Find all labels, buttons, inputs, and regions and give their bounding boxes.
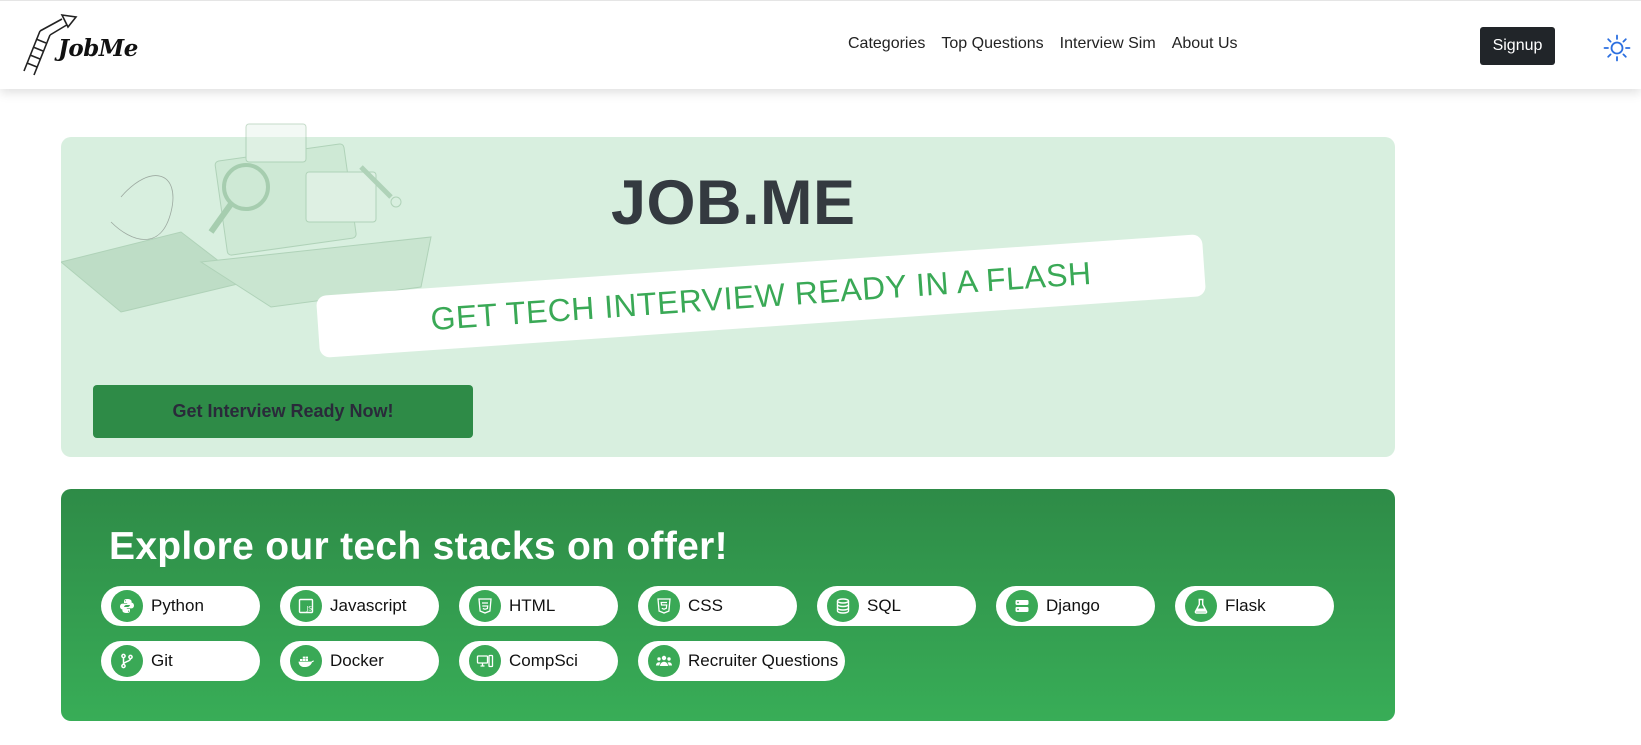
stack-chip-flask[interactable]: Flask [1175, 586, 1334, 626]
brand-name: JobMe [58, 35, 138, 62]
people-icon [648, 645, 680, 677]
stack-chip-label: SQL [867, 596, 902, 615]
stack-chip-git[interactable]: Git [101, 641, 260, 681]
nav-link-categories[interactable]: Categories [848, 35, 925, 53]
docker-icon [290, 645, 322, 677]
database-icon [827, 590, 859, 622]
brand-logo[interactable]: JobMe [22, 13, 138, 77]
server-icon [1006, 590, 1038, 622]
nav-link-top-questions[interactable]: Top Questions [941, 35, 1043, 53]
stacks-title: Explore our tech stacks on offer! [109, 525, 728, 568]
css-icon [648, 590, 680, 622]
stack-chip-recruiter-questions[interactable]: Recruiter Questions [638, 641, 845, 681]
svg-text:JS: JS [306, 606, 313, 613]
stack-chip-label: CSS [688, 596, 723, 615]
stack-chip-python[interactable]: Python [101, 586, 260, 626]
stack-chip-label: CompSci [509, 651, 578, 670]
stack-chip-label: Recruiter Questions [688, 651, 839, 670]
stack-chip-label: HTML [509, 596, 556, 615]
navbar: JobMe Categories Top Questions Interview… [0, 0, 1641, 89]
sun-icon[interactable] [1603, 34, 1631, 62]
hero-title: JOB.ME [611, 168, 856, 238]
stack-chip-label: Docker [330, 651, 384, 670]
get-interview-ready-button[interactable]: Get Interview Ready Now! [93, 385, 473, 438]
stack-chip-label: Python [151, 596, 204, 615]
stack-chip-compsci[interactable]: CompSci [459, 641, 618, 681]
stack-chip-sql[interactable]: SQL [817, 586, 976, 626]
git-branch-icon [111, 645, 143, 677]
flask-icon [1185, 590, 1217, 622]
hero-section: JOB.ME GET TECH INTERVIEW READY IN A FLA… [61, 123, 1395, 457]
stack-chip-javascript[interactable]: JS Javascript [280, 586, 439, 626]
stack-chip-django[interactable]: Django [996, 586, 1155, 626]
signup-button[interactable]: Signup [1480, 27, 1555, 65]
stack-chip-css[interactable]: CSS [638, 586, 797, 626]
javascript-icon: JS [290, 590, 322, 622]
nav-link-about-us[interactable]: About Us [1172, 35, 1238, 53]
stack-chip-label: Flask [1225, 596, 1266, 615]
tech-stacks-section: Explore our tech stacks on offer! Python… [61, 489, 1395, 721]
stack-chip-label: Javascript [330, 596, 407, 615]
hero-tagline: GET TECH INTERVIEW READY IN A FLASH [429, 254, 1093, 337]
stack-chip-label: Django [1046, 596, 1100, 615]
html-icon [469, 590, 501, 622]
stack-chip-html[interactable]: HTML [459, 586, 618, 626]
stack-chip-label: Git [151, 651, 173, 670]
python-icon [111, 590, 143, 622]
computer-icon [469, 645, 501, 677]
nav-link-interview-sim[interactable]: Interview Sim [1060, 35, 1156, 53]
stack-chip-docker[interactable]: Docker [280, 641, 439, 681]
nav-links: Categories Top Questions Interview Sim A… [848, 35, 1254, 53]
